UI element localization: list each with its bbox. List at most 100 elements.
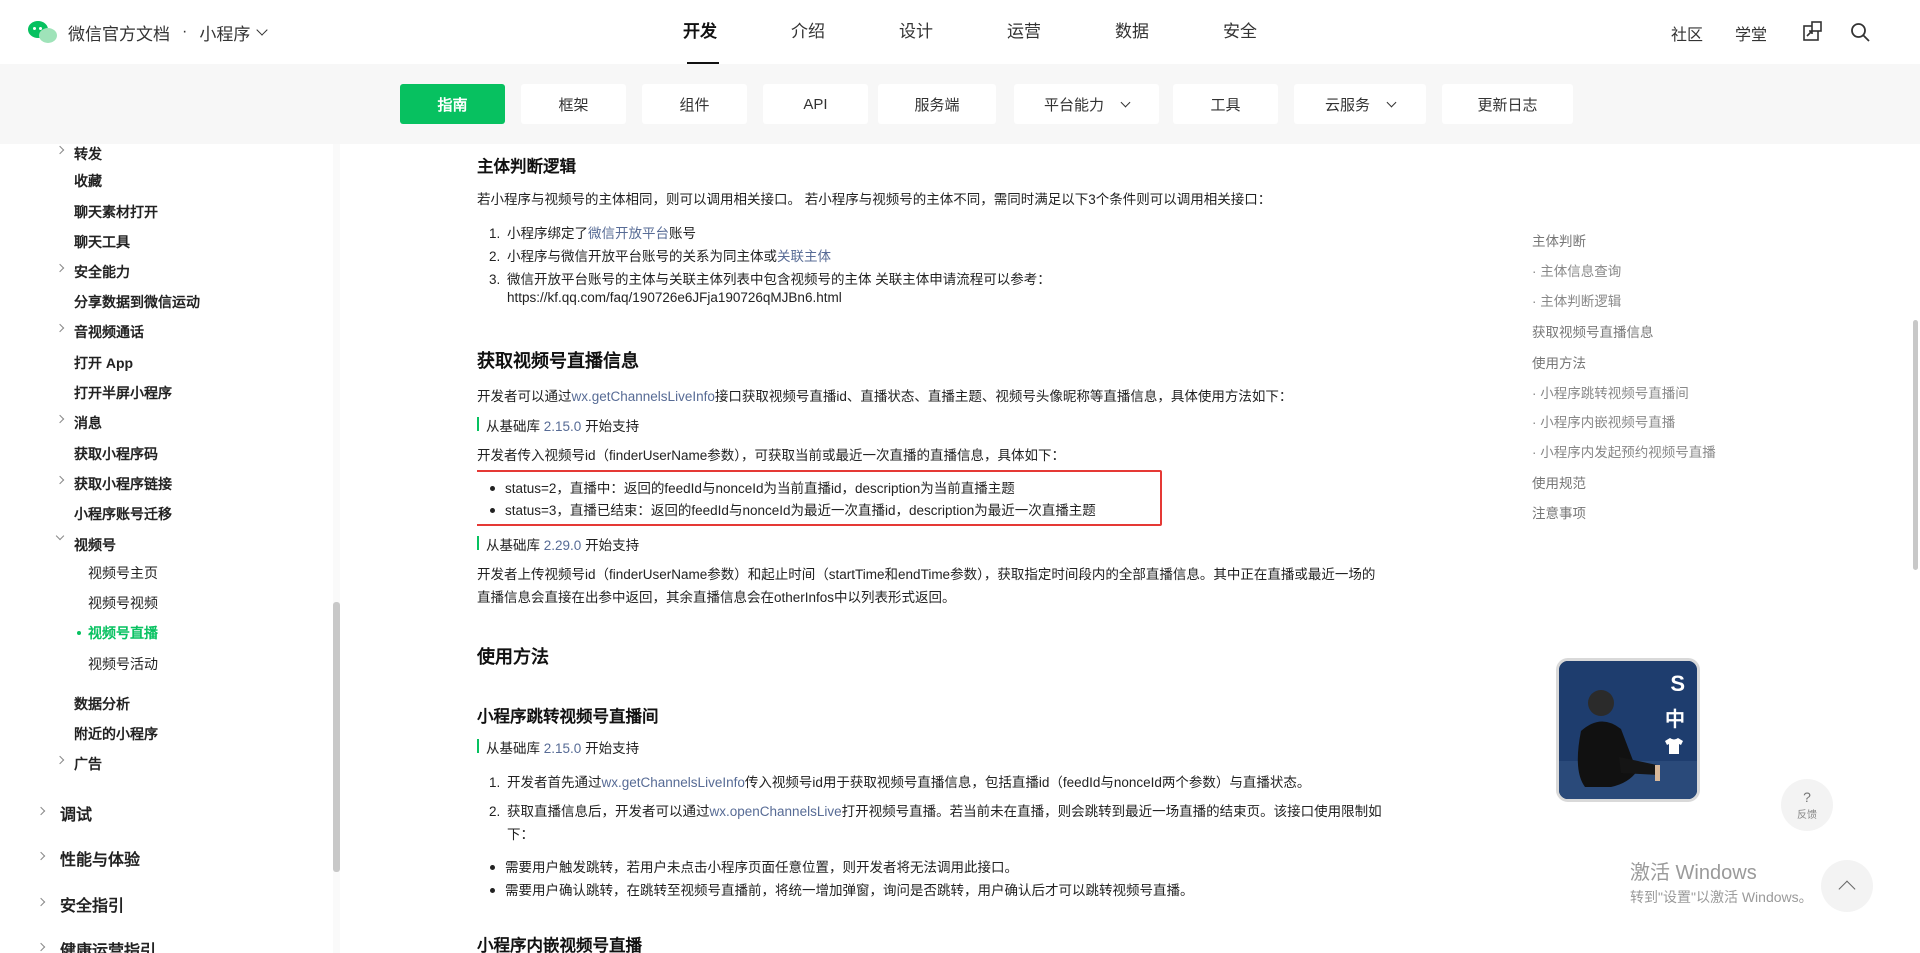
brand-title[interactable]: 微信官方文档 [68, 20, 170, 45]
chevron-right-icon[interactable] [55, 323, 65, 333]
link-related-subject[interactable]: 关联主体 [777, 249, 831, 264]
sidebar-section[interactable]: 安全指引 [60, 892, 124, 916]
sidebar-item[interactable]: 获取小程序链接 [74, 474, 172, 494]
toc-item[interactable]: 使用方法 [1532, 352, 1586, 372]
link-getchannelsliveinfo[interactable]: wx.getChannelsLiveInfo [572, 389, 715, 404]
nav-data[interactable]: 数据 [1078, 0, 1186, 64]
chevron-right-icon[interactable] [36, 851, 46, 861]
product-switcher[interactable]: 小程序 [199, 20, 268, 45]
watermark-line1: 激活 Windows [1630, 862, 1757, 884]
nav-develop[interactable]: 开发 [646, 0, 754, 64]
sidebar-item[interactable]: 打开 App [74, 353, 133, 373]
heading-usage: 使用方法 [477, 647, 549, 667]
brand[interactable]: 微信官方文档 · 小程序 [28, 18, 268, 46]
tab-cloud[interactable]: 云服务 [1294, 84, 1426, 124]
sidebar-item[interactable]: 打开半屏小程序 [74, 383, 172, 403]
toc-item[interactable]: 主体判断 [1532, 230, 1586, 250]
nav-design[interactable]: 设计 [862, 0, 970, 64]
sidebar-item[interactable]: 附近的小程序 [74, 724, 158, 744]
since-version-note: 从基础库 2.29.0 开始支持 [477, 534, 639, 554]
paragraph-input: 开发者传入视频号id（finderUserName参数），可获取当前或最近一次直… [477, 448, 1066, 463]
sidebar-section[interactable]: 调试 [60, 801, 92, 825]
arrow-up-icon [1838, 880, 1856, 898]
sidebar-item[interactable]: 收藏 [74, 171, 102, 191]
chevron-right-icon[interactable] [55, 145, 65, 155]
bullet-status-ended: status=3，直播已结束：返回的feedId与nonceId为最近一次直播i… [478, 499, 1096, 519]
sidebar-section[interactable]: 性能与体验 [60, 846, 140, 870]
heading-jump-live: 小程序跳转视频号直播间 [477, 708, 659, 726]
toc-item[interactable]: · 主体判断逻辑 [1532, 290, 1621, 310]
chevron-right-icon[interactable] [55, 414, 65, 424]
sidebar-item[interactable]: 广告 [74, 754, 102, 774]
sidebar-subitem[interactable]: 视频号活动 [88, 654, 158, 674]
search-icon[interactable] [1848, 20, 1872, 44]
chevron-right-icon[interactable] [36, 942, 46, 952]
toc-item[interactable]: · 小程序内嵌视频号直播 [1532, 411, 1675, 431]
chevron-down-icon [1120, 97, 1131, 107]
sidebar-scrollbar-thumb[interactable] [333, 602, 340, 872]
sidebar-item[interactable]: 音视频通话 [74, 322, 144, 342]
sidebar: 转发 收藏 聊天素材打开 聊天工具 安全能力 分享数据到微信运动 音视频通话 打… [0, 144, 340, 953]
tab-api[interactable]: API [763, 84, 868, 124]
link-openchannelslive[interactable]: wx.openChannelsLive [710, 804, 842, 819]
toc-item[interactable]: · 小程序跳转视频号直播间 [1532, 382, 1689, 402]
tab-platform-label: 平台能力 [1043, 96, 1104, 114]
chevron-down-icon [1386, 97, 1397, 107]
sidebar-item[interactable]: 聊天素材打开 [74, 202, 158, 222]
tab-components[interactable]: 组件 [642, 84, 747, 124]
sidebar-item[interactable]: 转发 [74, 144, 102, 164]
toc-item[interactable]: 注意事项 [1532, 502, 1586, 522]
sidebar-item[interactable]: 消息 [74, 413, 102, 433]
chevron-down-icon[interactable] [55, 531, 65, 541]
link-getchannelsliveinfo[interactable]: wx.getChannelsLiveInfo [602, 775, 745, 790]
toc-item[interactable]: · 主体信息查询 [1532, 260, 1621, 280]
sidebar-item[interactable]: 安全能力 [74, 262, 130, 282]
paragraph-live-info: 开发者可以通过wx.getChannelsLiveInfo接口获取视频号直播id… [477, 389, 1293, 404]
tab-framework[interactable]: 框架 [521, 84, 626, 124]
nav-academy[interactable]: 学堂 [1735, 21, 1767, 45]
back-to-top-button[interactable] [1821, 860, 1873, 912]
since-version-note: 从基础库 2.15.0 开始支持 [477, 415, 639, 435]
heading-subject-logic: 主体判断逻辑 [477, 158, 576, 176]
sidebar-item[interactable]: 聊天工具 [74, 232, 130, 252]
list-item: 1. 小程序绑定了微信开放平台账号 [489, 226, 696, 241]
sidebar-item[interactable]: 获取小程序码 [74, 444, 158, 464]
sidebar-item-channels[interactable]: 视频号 [74, 535, 116, 555]
chevron-right-icon[interactable] [55, 475, 65, 485]
sidebar-subitem[interactable]: 视频号视频 [88, 593, 158, 613]
tab-guide[interactable]: 指南 [400, 84, 505, 124]
sidebar-item[interactable]: 分享数据到微信运动 [74, 292, 200, 312]
sidebar-item[interactable]: 数据分析 [74, 694, 130, 714]
feedback-button[interactable]: ? 反馈 [1781, 779, 1833, 831]
page-scrollbar-thumb[interactable] [1913, 320, 1918, 570]
nav-operate[interactable]: 运营 [970, 0, 1078, 64]
sidebar-subitem[interactable]: 视频号主页 [88, 563, 158, 583]
floating-avatar[interactable]: S 中 [1556, 658, 1700, 802]
nav-community[interactable]: 社区 [1671, 21, 1703, 45]
tab-server[interactable]: 服务端 [878, 84, 996, 124]
question-icon: ? [1803, 788, 1811, 805]
sidebar-subitem-active[interactable]: 视频号直播 [88, 623, 158, 643]
list-item: 2. 小程序与微信开放平台账号的关系为同主体或关联主体 [489, 249, 831, 264]
sidebar-item[interactable]: 小程序账号迁移 [74, 504, 172, 524]
toc-item[interactable]: 获取视频号直播信息 [1532, 321, 1654, 341]
list-item: 3. 微信开放平台账号的主体与关联主体列表中包含视频号的主体 关联主体申请流程可以… [489, 272, 1051, 287]
tab-tools[interactable]: 工具 [1173, 84, 1278, 124]
chevron-right-icon[interactable] [55, 263, 65, 273]
sidebar-section[interactable]: 健康运营指引 [60, 937, 156, 953]
tab-platform[interactable]: 平台能力 [1014, 84, 1159, 124]
chevron-right-icon[interactable] [36, 806, 46, 816]
heading-embed-live: 小程序内嵌视频号直播 [477, 937, 642, 953]
miniprogram-dev-icon[interactable] [1800, 20, 1824, 44]
nav-intro[interactable]: 介绍 [754, 0, 862, 64]
step-item: 1. 开发者首先通过wx.getChannelsLiveInfo传入视频号id用于… [489, 775, 1311, 790]
chevron-right-icon[interactable] [36, 897, 46, 907]
link-open-platform[interactable]: 微信开放平台 [588, 226, 669, 241]
bullet-limit: 需要用户确认跳转，在跳转至视频号直播前，将统一增加弹窗，询问是否跳转，用户确认后… [478, 879, 1194, 899]
tab-changelog[interactable]: 更新日志 [1442, 84, 1573, 124]
nav-security[interactable]: 安全 [1186, 0, 1294, 64]
toc-item[interactable]: · 小程序内发起预约视频号直播 [1532, 441, 1716, 461]
toc-item[interactable]: 使用规范 [1532, 472, 1586, 492]
sub-navigation: 指南 框架 组件 API 服务端 平台能力 工具 云服务 更新日志 [0, 64, 1920, 144]
chevron-right-icon[interactable] [55, 755, 65, 765]
